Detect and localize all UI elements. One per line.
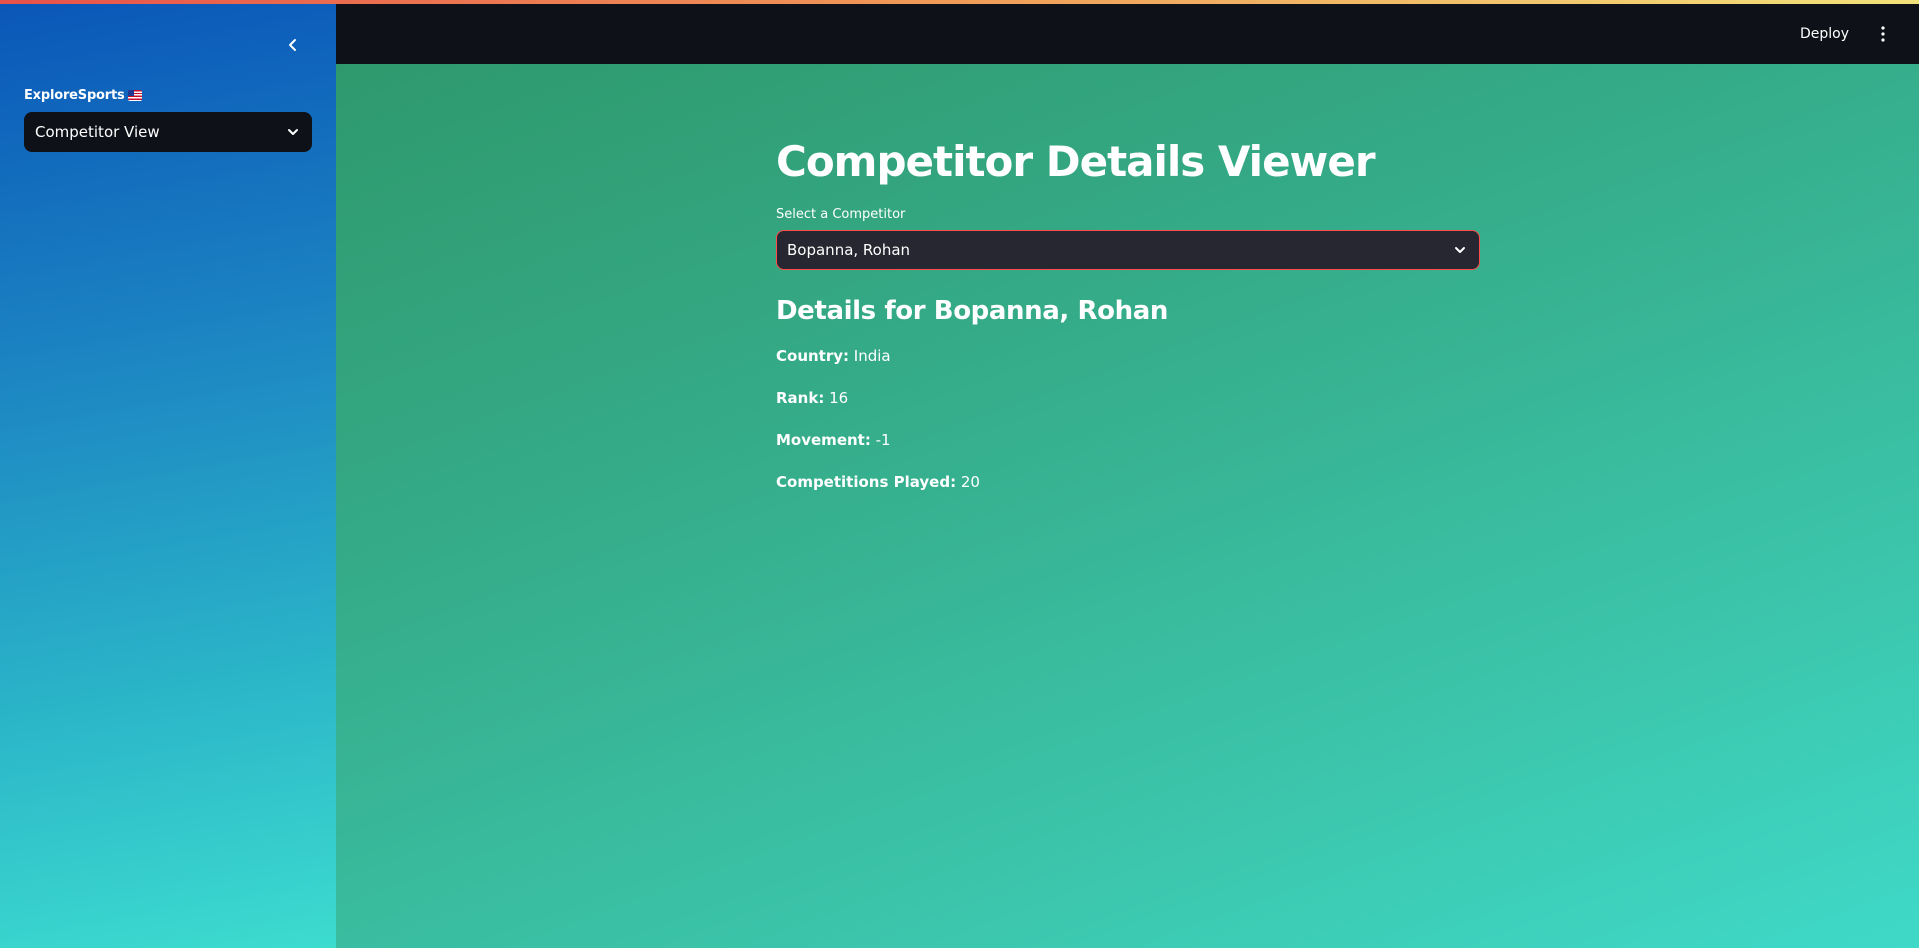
sidebar: ExploreSports Competitor View — [0, 0, 336, 948]
detail-label: Competitions Played: — [776, 473, 957, 491]
detail-movement: Movement: -1 — [776, 430, 1480, 450]
competitor-select[interactable]: Bopanna, Rohan — [776, 230, 1480, 270]
vertical-dots-icon — [1881, 26, 1885, 42]
deploy-button[interactable]: Deploy — [1796, 20, 1853, 48]
app-header: Deploy — [336, 4, 1919, 64]
detail-value: 16 — [829, 389, 849, 407]
detail-competitions-played: Competitions Played: 20 — [776, 472, 1480, 492]
page-title: Competitor Details Viewer — [776, 137, 1376, 186]
detail-rank: Rank: 16 — [776, 388, 1480, 408]
detail-label: Country: — [776, 347, 850, 365]
content-block: Competitor Details Viewer Select a Compe… — [776, 136, 1480, 492]
competitor-select-label: Select a Competitor — [776, 207, 906, 222]
detail-country: Country: India — [776, 346, 1480, 366]
detail-value: 20 — [960, 473, 980, 491]
chevron-down-icon — [1455, 247, 1465, 253]
us-flag-icon — [127, 90, 142, 101]
main-menu-button[interactable] — [1875, 22, 1891, 46]
detail-value: India — [853, 347, 891, 365]
sidebar-select-value: Competitor View — [35, 123, 160, 141]
detail-label: Movement: — [776, 431, 871, 449]
chevron-left-icon — [289, 39, 296, 51]
details-heading: Details for Bopanna, Rohan — [776, 296, 1168, 326]
top-decoration-line — [0, 0, 1919, 4]
main-content-area: Competitor Details Viewer Select a Compe… — [336, 64, 1919, 948]
sidebar-label-text: ExploreSports — [24, 88, 125, 103]
chevron-down-icon — [288, 129, 298, 135]
collapse-sidebar-button[interactable] — [281, 33, 305, 57]
detail-value: -1 — [875, 431, 891, 449]
detail-label: Rank: — [776, 389, 825, 407]
competitor-select-value: Bopanna, Rohan — [787, 241, 911, 259]
sidebar-view-select[interactable]: Competitor View — [24, 112, 312, 152]
sidebar-select-label: ExploreSports — [24, 88, 142, 103]
